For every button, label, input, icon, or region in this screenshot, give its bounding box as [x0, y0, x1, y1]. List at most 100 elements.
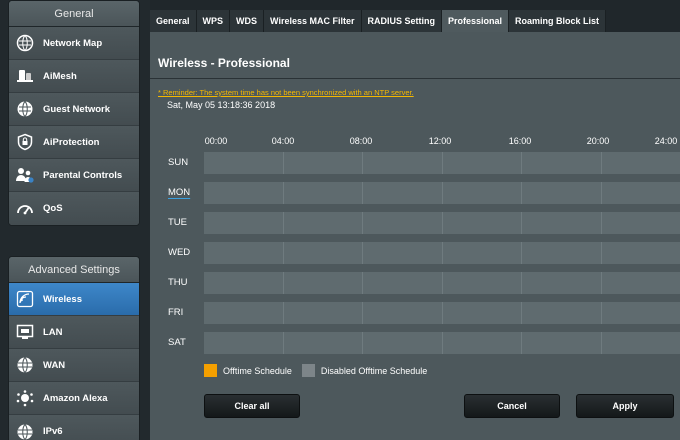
schedule-cell[interactable] [443, 152, 522, 174]
schedule-row-tue[interactable] [204, 212, 680, 234]
main-content: General WPS WDS Wireless MAC Filter RADI… [150, 0, 680, 440]
advanced-menu-header: Advanced Settings [9, 257, 139, 283]
sidebar-item-ipv6[interactable]: IPv6 [9, 415, 139, 440]
schedule-row-mon[interactable] [204, 182, 680, 204]
schedule-cell[interactable] [522, 242, 602, 264]
schedule-cell[interactable] [602, 182, 680, 204]
time-label: 00:00 [204, 136, 228, 146]
schedule-cell[interactable] [363, 332, 443, 354]
tab-roaming-block-list[interactable]: Roaming Block List [509, 10, 607, 32]
schedule-cell[interactable] [522, 302, 602, 324]
schedule-cell[interactable] [284, 332, 363, 354]
schedule-cell[interactable] [284, 182, 363, 204]
day-label-sun: SUN [168, 157, 189, 168]
schedule-cell[interactable] [284, 242, 363, 264]
sidebar-item-qos[interactable]: QoS [9, 192, 139, 225]
schedule-cell[interactable] [602, 332, 680, 354]
sidebar-item-lan[interactable]: LAN [9, 316, 139, 349]
schedule-cell[interactable] [204, 242, 284, 264]
sidebar-item-label: QoS [43, 203, 63, 214]
schedule-cell[interactable] [204, 332, 284, 354]
sidebar-item-network-map[interactable]: Network Map [9, 27, 139, 60]
sidebar-item-label: Guest Network [43, 103, 111, 115]
network-map-icon [15, 33, 35, 53]
tab-radius-setting[interactable]: RADIUS Setting [361, 10, 442, 32]
ipv6-icon [15, 422, 35, 440]
schedule-cell[interactable] [204, 182, 284, 204]
day-label-sat: SAT [168, 337, 186, 348]
offtime-legend-label: Offtime Schedule [223, 365, 292, 376]
schedule-cell[interactable] [204, 272, 284, 294]
tab-professional[interactable]: Professional [442, 10, 510, 32]
schedule-cell[interactable] [363, 182, 443, 204]
sidebar-item-label: Amazon Alexa [43, 392, 108, 404]
schedule-row-sat[interactable] [204, 332, 680, 354]
schedule-cell[interactable] [522, 272, 602, 294]
time-label: 08:00 [349, 136, 373, 146]
day-label-thu: THU [168, 277, 188, 288]
schedule-cell[interactable] [522, 182, 602, 204]
schedule-cell[interactable] [363, 242, 443, 264]
sidebar-item-label: LAN [43, 326, 63, 338]
tab-bar: General WPS WDS Wireless MAC Filter RADI… [150, 10, 607, 32]
schedule-cell[interactable] [443, 242, 522, 264]
schedule-cell[interactable] [363, 272, 443, 294]
schedule-cell[interactable] [522, 152, 602, 174]
day-label-fri: FRI [168, 307, 184, 318]
schedule-cell[interactable] [284, 272, 363, 294]
schedule-cell[interactable] [522, 332, 602, 354]
disabled-offtime-legend-label: Disabled Offtime Schedule [320, 365, 428, 376]
alexa-icon [15, 388, 35, 408]
sidebar-item-aimesh[interactable]: AiMesh [9, 60, 139, 93]
sidebar-item-guest-network[interactable]: Guest Network [9, 93, 139, 126]
time-label: 16:00 [508, 136, 532, 146]
apply-button[interactable]: Apply [576, 394, 674, 418]
sidebar-item-amazon-alexa[interactable]: Amazon Alexa [9, 382, 139, 415]
cancel-button[interactable]: Cancel [464, 394, 560, 418]
schedule-cell[interactable] [443, 332, 522, 354]
schedule-cell[interactable] [284, 152, 363, 174]
schedule-row-wed[interactable] [204, 242, 680, 264]
schedule-row-thu[interactable] [204, 272, 680, 294]
schedule-cell[interactable] [443, 212, 522, 234]
ntp-reminder-link[interactable]: * Reminder: The system time has not been… [158, 88, 414, 97]
clear-all-button[interactable]: Clear all [204, 394, 300, 418]
schedule-cell[interactable] [204, 152, 284, 174]
schedule-cell[interactable] [443, 302, 522, 324]
schedule-cell[interactable] [204, 212, 284, 234]
day-label-wed: WED [168, 247, 191, 258]
parental-controls-icon [15, 165, 35, 185]
sidebar-item-parental-controls[interactable]: Parental Controls [9, 159, 139, 192]
sidebar-item-wireless[interactable]: Wireless [9, 283, 139, 316]
schedule-cell[interactable] [602, 212, 680, 234]
schedule-cell[interactable] [602, 272, 680, 294]
tab-wps[interactable]: WPS [196, 10, 231, 32]
sidebar-item-wan[interactable]: WAN [9, 349, 139, 382]
schedule-legend: Offtime Schedule Disabled Offtime Schedu… [204, 364, 437, 377]
sidebar-item-label: Parental Controls [43, 169, 123, 181]
schedule-cell[interactable] [602, 152, 680, 174]
schedule-row-sun[interactable] [204, 152, 680, 174]
schedule-cell[interactable] [522, 212, 602, 234]
schedule-cell[interactable] [363, 302, 443, 324]
lan-icon [15, 322, 35, 342]
schedule-cell[interactable] [602, 302, 680, 324]
schedule-cell[interactable] [363, 212, 443, 234]
tab-general[interactable]: General [150, 10, 197, 32]
tab-wds[interactable]: WDS [230, 10, 265, 32]
sidebar-item-label: AiMesh [43, 70, 77, 82]
schedule-cell[interactable] [204, 302, 284, 324]
schedule-cell[interactable] [284, 302, 363, 324]
guest-network-icon [15, 99, 35, 119]
schedule-cell[interactable] [443, 182, 522, 204]
schedule-row-fri[interactable] [204, 302, 680, 324]
schedule-cell[interactable] [284, 212, 363, 234]
schedule-cell[interactable] [443, 272, 522, 294]
schedule-cell[interactable] [363, 152, 443, 174]
sidebar-item-aiprotection[interactable]: AiProtection [9, 126, 139, 159]
tab-wireless-mac-filter[interactable]: Wireless MAC Filter [264, 10, 362, 32]
time-label: 04:00 [271, 136, 295, 146]
offtime-swatch [204, 364, 217, 377]
aimesh-icon [15, 66, 35, 86]
schedule-cell[interactable] [602, 242, 680, 264]
